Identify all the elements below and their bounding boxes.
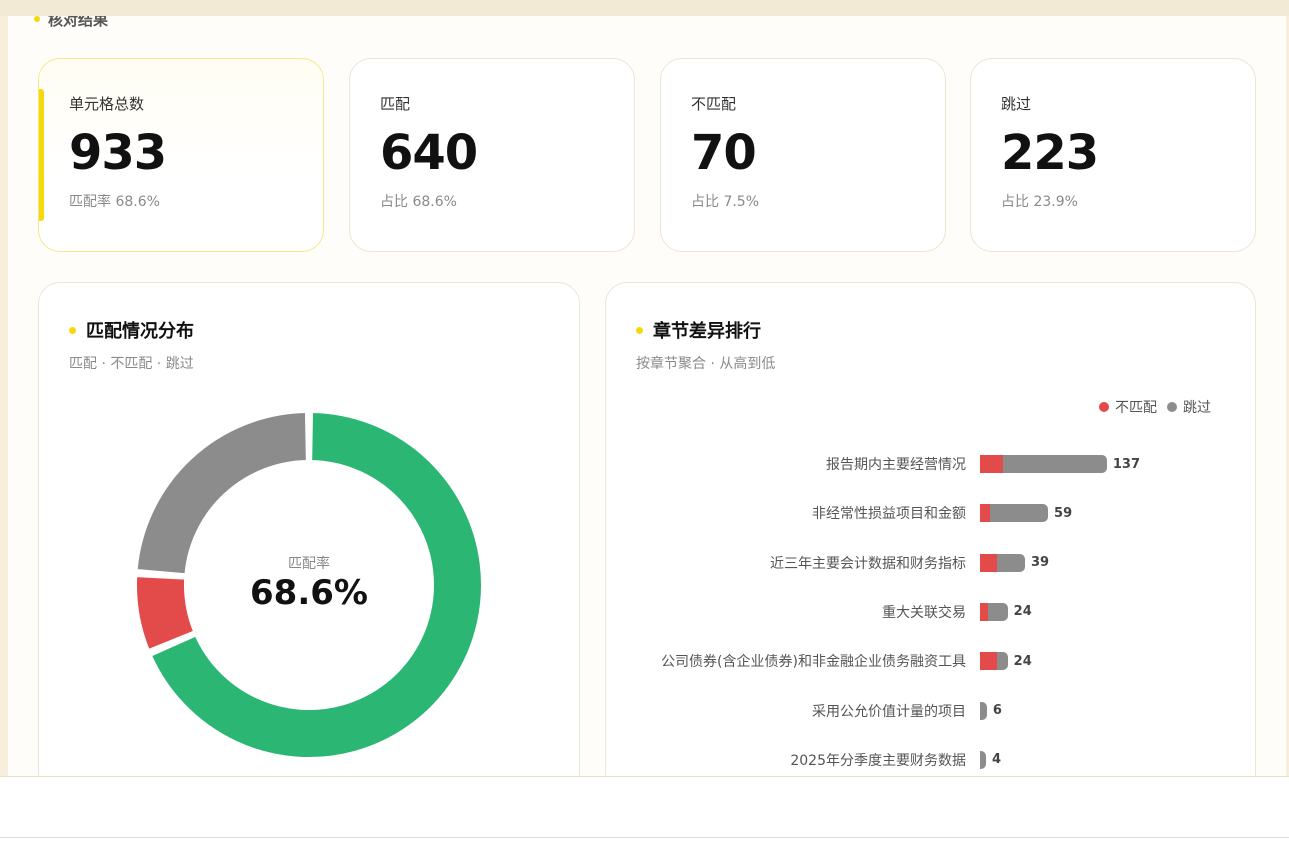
bar-segment-mismatch: [980, 652, 998, 671]
ranking-row[interactable]: 采用公允价值计量的项目 6: [606, 701, 1246, 721]
ranking-row-label: 近三年主要会计数据和财务指标: [770, 555, 966, 572]
legend-swatch-mismatch: [1099, 402, 1109, 412]
ranking-legend: 不匹配 跳过: [1099, 397, 1211, 417]
section-dot-icon: [34, 16, 40, 22]
ranking-bar[interactable]: [980, 750, 986, 769]
stat-label: 跳过: [1001, 95, 1032, 113]
stat-label: 不匹配: [691, 95, 737, 113]
ranking-bar-area: 24: [980, 652, 1140, 671]
bar-segment-mismatch: [980, 455, 1004, 473]
ranking-bar-count: 39: [1030, 555, 1050, 571]
ranking-bar-area: 24: [980, 602, 1140, 621]
ranking-bar[interactable]: [980, 455, 1107, 473]
ranking-title-text: 章节差异排行: [653, 321, 761, 342]
ranking-bar-count: 137: [1112, 456, 1140, 472]
donut-chart: [39, 283, 579, 776]
ranking-bar-count: 4: [992, 752, 1002, 768]
donut-slice-1[interactable]: [135, 575, 196, 651]
stat-label: 匹配: [380, 95, 411, 113]
ranking-bar-area: 6: [980, 701, 1140, 720]
stat-card-mismatch[interactable]: 不匹配 70 占比 7.5%: [660, 58, 946, 252]
ranking-subtitle: 按章节聚合 · 从高到低: [636, 356, 776, 372]
bar-segment-mismatch: [980, 553, 998, 572]
distribution-card: 匹配情况分布 匹配 · 不匹配 · 跳过 匹配率 68.6%: [38, 282, 580, 776]
section-header: 核对结果: [34, 16, 108, 29]
results-panel: 核对结果 单元格总数 933 匹配率 68.6% 匹配 640 占比 68.6%…: [8, 16, 1286, 776]
stat-sub: 匹配率 68.6%: [69, 194, 160, 210]
ranking-bar[interactable]: [980, 652, 1008, 671]
stat-card-match[interactable]: 匹配 640 占比 68.6%: [349, 58, 635, 252]
ranking-bar[interactable]: [980, 701, 987, 720]
stat-card-skip[interactable]: 跳过 223 占比 23.9%: [970, 58, 1256, 252]
legend-swatch-skip: [1167, 402, 1177, 412]
stat-card-total[interactable]: 单元格总数 933 匹配率 68.6%: [38, 58, 324, 252]
stat-value: 933: [69, 125, 167, 181]
legend-label-mismatch: 不匹配: [1115, 400, 1157, 416]
donut-slice-2[interactable]: [135, 411, 308, 576]
ranking-card: 章节差异排行 按章节聚合 · 从高到低 不匹配 跳过 报告期内主要经营情况 137…: [605, 282, 1256, 776]
ranking-row-label: 采用公允价值计量的项目: [812, 703, 966, 720]
bottom-divider: [0, 837, 1289, 838]
section-title: 核对结果: [48, 16, 109, 29]
ranking-bar-area: 4: [980, 750, 1140, 769]
stat-value: 640: [380, 125, 478, 181]
ranking-row-label: 报告期内主要经营情况: [826, 457, 966, 473]
stat-sub: 占比 68.6%: [380, 194, 457, 210]
bar-segment-skip: [988, 602, 1008, 621]
ranking-bar-area: 39: [980, 553, 1140, 572]
stat-sub: 占比 7.5%: [691, 194, 760, 210]
ranking-bar-count: 59: [1054, 505, 1073, 521]
bar-segment-skip: [980, 701, 987, 720]
bar-segment-skip: [990, 504, 1049, 523]
ranking-bar-count: 24: [1013, 653, 1032, 669]
donut-svg: [135, 411, 483, 759]
ranking-row[interactable]: 2025年分季度主要财务数据 4: [606, 750, 1246, 770]
bar-segment-skip: [1003, 455, 1107, 473]
ranking-row-label: 重大关联交易: [882, 604, 966, 621]
ranking-bar-area: 59: [980, 504, 1140, 523]
ranking-row[interactable]: 公司债券(含企业债券)和非金融企业债务融资工具 24: [606, 651, 1246, 671]
ranking-bar-area: 137: [980, 455, 1140, 473]
ranking-row-label: 2025年分季度主要财务数据: [790, 752, 966, 769]
window-top-strip: [0, 0, 1289, 16]
stat-sub: 占比 23.9%: [1001, 194, 1078, 210]
ranking-row[interactable]: 非经常性损益项目和金额 59: [606, 503, 1246, 523]
bar-segment-mismatch: [980, 504, 991, 523]
ranking-row[interactable]: 近三年主要会计数据和财务指标 39: [606, 553, 1246, 573]
ranking-bar[interactable]: [980, 553, 1025, 572]
bottom-strip: [0, 776, 1289, 841]
ranking-bar[interactable]: [980, 504, 1049, 523]
ranking-title: 章节差异排行: [636, 317, 761, 343]
legend-item-mismatch[interactable]: 不匹配: [1099, 397, 1157, 417]
bar-segment-mismatch: [980, 602, 989, 621]
donut-center-label: 匹配率: [288, 556, 330, 572]
donut-center-value: 68.6%: [250, 573, 368, 613]
active-indicator: [39, 89, 44, 221]
ranking-bar-count: 6: [992, 703, 1002, 718]
ranking-row-label: 公司债券(含企业债券)和非金融企业债务融资工具: [661, 654, 966, 671]
bar-segment-skip: [997, 553, 1025, 572]
ranking-bar[interactable]: [980, 602, 1008, 621]
bar-segment-skip: [997, 652, 1008, 671]
legend-label-skip: 跳过: [1183, 400, 1211, 416]
ranking-row[interactable]: 重大关联交易 24: [606, 602, 1246, 622]
legend-item-skip[interactable]: 跳过: [1167, 397, 1211, 417]
bar-segment-skip: [980, 750, 986, 769]
title-dot-icon: [636, 326, 643, 334]
ranking-bar-count: 24: [1013, 604, 1032, 620]
stat-value: 223: [1001, 125, 1099, 181]
ranking-row[interactable]: 报告期内主要经营情况 137: [606, 454, 1246, 474]
stat-value: 70: [691, 125, 757, 181]
ranking-row-label: 非经常性损益项目和金额: [812, 506, 966, 523]
stat-label: 单元格总数: [69, 95, 145, 113]
